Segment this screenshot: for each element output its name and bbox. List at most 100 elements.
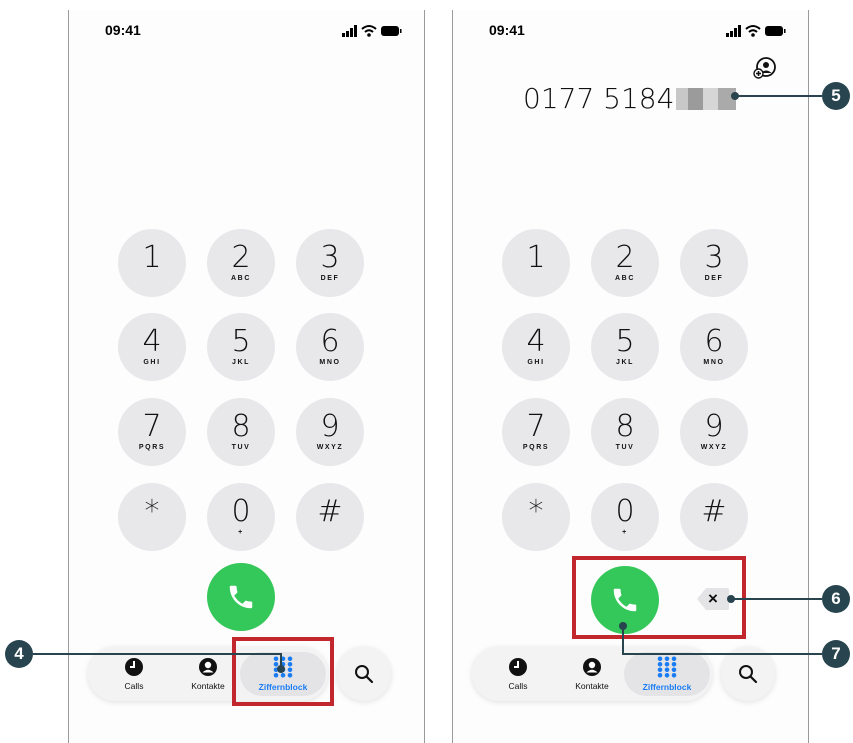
- key-letters: PQRS: [522, 444, 550, 451]
- key-letters: TUV: [231, 444, 251, 451]
- key-letters: DEF: [320, 275, 340, 282]
- dialed-number: 0177 5184: [523, 82, 737, 115]
- tab-bar: Calls Kontakte Ziffernblock: [472, 647, 712, 701]
- key-5[interactable]: 5 JKL: [591, 313, 659, 381]
- key-letters: JKL: [615, 359, 635, 366]
- callout-marker-5: 5: [822, 82, 850, 110]
- key-0[interactable]: 0 +: [207, 483, 275, 551]
- key-digit: 1: [142, 240, 162, 275]
- key-3[interactable]: 3 DEF: [680, 229, 748, 297]
- dialed-number-text: 0177 5184: [523, 82, 675, 115]
- key-4[interactable]: 4 GHI: [118, 313, 186, 381]
- key-letters: TUV: [615, 444, 635, 451]
- phone-screen-left: 09:41 1 2 ABC 3 DEF 4 GHI 5 JKL 6 MNO 7 PQRS 8 TUV 9 WXY…: [68, 10, 425, 743]
- key-letters: PQRS: [138, 444, 166, 451]
- key-letters: +: [622, 529, 628, 536]
- highlight-call-delete: [572, 556, 746, 639]
- key-digit: 8: [615, 409, 635, 444]
- tab-label: Ziffernblock: [642, 682, 692, 692]
- search-icon: [739, 665, 758, 684]
- search-icon: [355, 665, 374, 684]
- key-letters: +: [238, 529, 244, 536]
- key-5[interactable]: 5 JKL: [207, 313, 275, 381]
- key-digit: 6: [704, 324, 724, 359]
- key-letters: WXYZ: [316, 444, 344, 451]
- person-icon: [582, 657, 602, 677]
- callout-line-6: [731, 598, 822, 600]
- key-8[interactable]: 8 TUV: [591, 398, 659, 466]
- key-6[interactable]: 6 MNO: [296, 313, 364, 381]
- key-letters: GHI: [143, 359, 161, 366]
- tab-label: Calls: [124, 681, 144, 691]
- tab-calls[interactable]: Calls: [487, 652, 549, 696]
- callout-marker-7: 7: [822, 640, 850, 668]
- callout-dot-5: [731, 92, 739, 100]
- key-digit: 2: [231, 240, 251, 275]
- callout-line-7b: [622, 653, 822, 655]
- callout-line-4: [33, 653, 281, 655]
- key-digit: 6: [320, 324, 340, 359]
- clock-icon: [508, 657, 528, 677]
- key-letters: ABC: [231, 275, 251, 282]
- key-letters: WXYZ: [700, 444, 728, 451]
- key-digit: 9: [320, 409, 340, 444]
- key-digit: 4: [526, 324, 546, 359]
- key-digit: 7: [526, 409, 546, 444]
- key-hash[interactable]: #: [680, 483, 748, 551]
- search-button[interactable]: [337, 647, 391, 701]
- key-4[interactable]: 4 GHI: [502, 313, 570, 381]
- add-contact-button[interactable]: [753, 56, 777, 85]
- key-digit: 5: [615, 324, 635, 359]
- key-7[interactable]: 7 PQRS: [118, 398, 186, 466]
- key-star[interactable]: *: [502, 483, 570, 551]
- key-9[interactable]: 9 WXYZ: [296, 398, 364, 466]
- key-letters: ABC: [615, 275, 635, 282]
- key-letters: MNO: [319, 359, 341, 366]
- status-time: 09:41: [105, 22, 141, 38]
- key-hash[interactable]: #: [296, 483, 364, 551]
- clock-icon: [124, 657, 144, 677]
- tab-label: Kontakte: [191, 681, 225, 691]
- tab-ziffernblock[interactable]: Ziffernblock: [624, 652, 710, 696]
- callout-line-5: [734, 95, 822, 97]
- key-6[interactable]: 6 MNO: [680, 313, 748, 381]
- add-contact-icon: [753, 57, 776, 79]
- tab-kontakte[interactable]: Kontakte: [557, 652, 627, 696]
- search-button[interactable]: [721, 647, 775, 701]
- key-digit: 0: [615, 494, 635, 529]
- key-letters: GHI: [527, 359, 545, 366]
- callout-line-7a: [622, 626, 624, 654]
- callout-marker-4: 4: [5, 640, 33, 668]
- tab-calls[interactable]: Calls: [103, 652, 165, 696]
- callout-marker-6: 6: [822, 585, 850, 613]
- key-letters: JKL: [231, 359, 251, 366]
- key-2[interactable]: 2 ABC: [591, 229, 659, 297]
- key-digit: 5: [231, 324, 251, 359]
- key-digit: #: [317, 494, 343, 529]
- key-digit: *: [144, 494, 160, 529]
- key-digit: 0: [231, 494, 251, 529]
- key-digit: 8: [231, 409, 251, 444]
- key-1[interactable]: 1: [118, 229, 186, 297]
- key-letters: MNO: [703, 359, 725, 366]
- key-digit: 1: [526, 240, 546, 275]
- status-time: 09:41: [489, 22, 525, 38]
- call-button[interactable]: [207, 563, 275, 631]
- key-8[interactable]: 8 TUV: [207, 398, 275, 466]
- key-9[interactable]: 9 WXYZ: [680, 398, 748, 466]
- key-2[interactable]: 2 ABC: [207, 229, 275, 297]
- signal-wifi-battery-icon: [726, 25, 786, 37]
- phone-icon: [229, 585, 253, 609]
- key-digit: 9: [704, 409, 724, 444]
- key-7[interactable]: 7 PQRS: [502, 398, 570, 466]
- callout-dot-6: [727, 595, 735, 603]
- key-3[interactable]: 3 DEF: [296, 229, 364, 297]
- key-1[interactable]: 1: [502, 229, 570, 297]
- key-star[interactable]: *: [118, 483, 186, 551]
- key-0[interactable]: 0 +: [591, 483, 659, 551]
- status-icons: [724, 24, 786, 38]
- key-digit: 4: [142, 324, 162, 359]
- callout-dot-4: [277, 665, 285, 673]
- key-digit: 3: [704, 240, 724, 275]
- person-icon: [198, 657, 218, 677]
